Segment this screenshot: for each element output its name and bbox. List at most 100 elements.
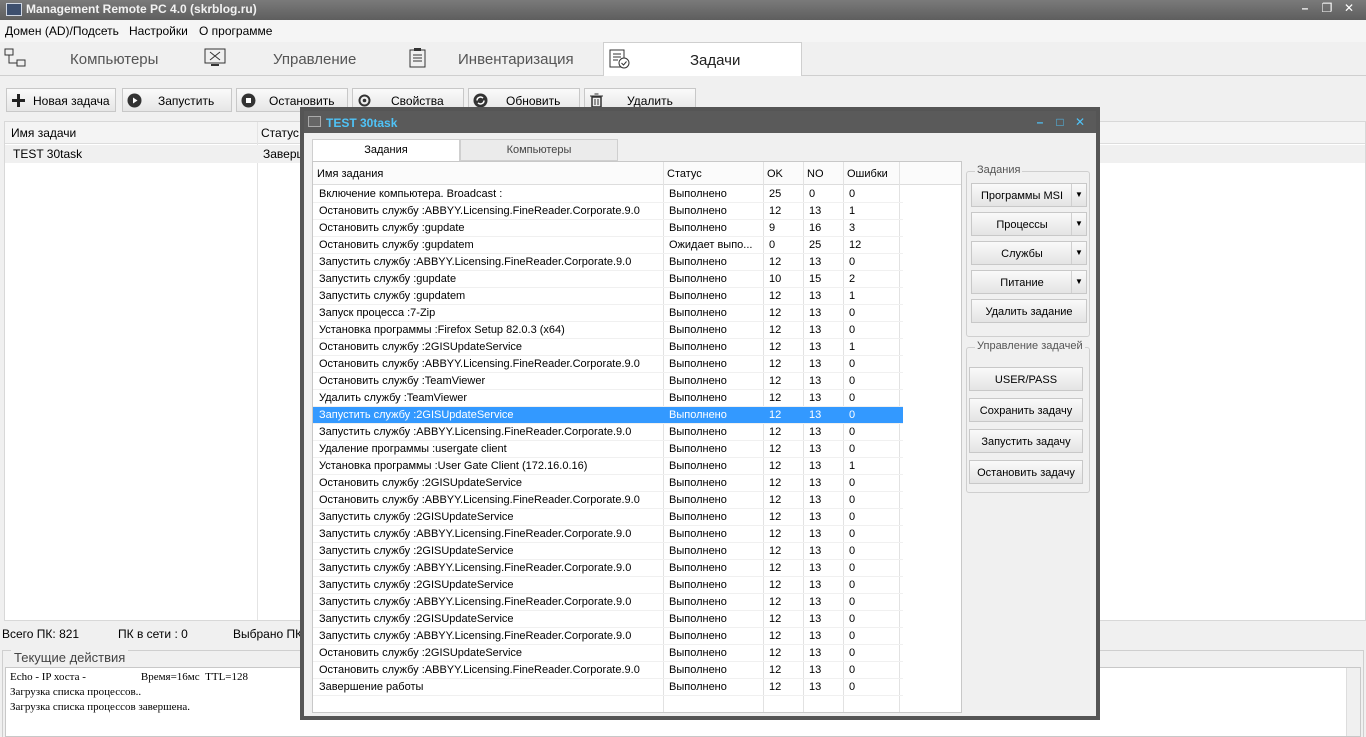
table-row[interactable]: Установка программы :Firefox Setup 82.0.… <box>313 322 903 339</box>
column-status[interactable]: Статус <box>261 126 299 140</box>
column-no[interactable]: NO <box>807 168 824 180</box>
table-row[interactable]: Запустить службу :ABBYY.Licensing.FineRe… <box>313 526 903 543</box>
menu-domain[interactable]: Домен (AD)/Подсеть <box>5 24 119 38</box>
cell-ok: 12 <box>769 630 782 642</box>
chevron-down-icon[interactable]: ▼ <box>1071 271 1086 293</box>
table-row[interactable]: Остановить службу :2GISUpdateService Выпо… <box>313 475 903 492</box>
tab-management[interactable]: Управление <box>200 42 400 75</box>
dialog-titlebar[interactable]: TEST 30task – □ ✕ <box>304 111 1096 133</box>
tab-tasks[interactable]: Задачи <box>603 42 802 76</box>
new-task-button[interactable]: Новая задача <box>6 88 116 112</box>
table-row[interactable]: Запустить службу :ABBYY.Licensing.FineRe… <box>313 254 903 271</box>
maximize-icon[interactable]: ❐ <box>1316 1 1338 15</box>
table-row[interactable]: Запустить службу :2GISUpdateService Выпол… <box>313 407 903 424</box>
table-row[interactable]: Запустить службу :2GISUpdateService Выпол… <box>313 577 903 594</box>
table-row[interactable]: Остановить службу :ABBYY.Licensing.FineR… <box>313 662 903 679</box>
cell-status: Выполнено <box>669 290 727 302</box>
table-row[interactable]: Остановить службу :2GISUpdateService Выпо… <box>313 339 903 356</box>
table-row[interactable]: Запустить службу :ABBYY.Licensing.FineRe… <box>313 594 903 611</box>
cell-no: 16 <box>809 222 822 234</box>
menu-settings[interactable]: Настройки <box>129 24 188 38</box>
cell-errors: 12 <box>849 239 862 251</box>
menu-bar: Домен (AD)/Подсеть Настройки О программе <box>0 20 1366 42</box>
cell-no: 13 <box>809 290 822 302</box>
table-row[interactable]: Запустить службу :gupdatem Выполнено 12 13 1 <box>313 288 903 305</box>
task-dialog: TEST 30task – □ ✕ Задания Компьютеры Имя з… <box>300 107 1100 720</box>
table-row[interactable]: Остановить службу :2GISUpdateService Выпо… <box>313 645 903 662</box>
chevron-down-icon[interactable]: ▼ <box>1071 242 1086 264</box>
column-ok[interactable]: OK <box>767 168 783 180</box>
start-task-button[interactable]: Запустить задачу <box>969 429 1083 453</box>
tab-computers[interactable]: Компьютеры <box>460 139 618 161</box>
window-title: Management Remote PC 4.0 (skrblog.ru) <box>26 2 257 16</box>
table-row[interactable]: Запустить службу :ABBYY.Licensing.FineRe… <box>313 560 903 577</box>
cell-job-name: Остановить службу :gupdatem <box>319 239 474 251</box>
table-row[interactable]: Запустить службу :2GISUpdateService Выпол… <box>313 611 903 628</box>
msi-programs-button[interactable]: Программы MSI ▼ <box>971 183 1087 207</box>
services-button[interactable]: Службы ▼ <box>971 241 1087 265</box>
minimize-icon[interactable]: – <box>1030 115 1050 129</box>
cell-errors: 0 <box>849 647 856 659</box>
cell-no: 13 <box>809 375 822 387</box>
menu-about[interactable]: О программе <box>199 24 272 38</box>
table-row[interactable]: Запустить службу :gupdate Выполнено 10 15 2 <box>313 271 903 288</box>
current-actions-legend: Текущие действия <box>11 650 129 665</box>
tab-computers[interactable]: Компьютеры <box>0 42 195 75</box>
table-row[interactable]: Запустить службу :ABBYY.Licensing.FineRe… <box>313 628 903 645</box>
table-row[interactable]: Удалить службу :TeamViewer Выполнено 12 13 0 <box>313 390 903 407</box>
cell-ok: 12 <box>769 613 782 625</box>
close-icon[interactable]: ✕ <box>1338 1 1360 15</box>
power-button[interactable]: Питание ▼ <box>971 270 1087 294</box>
stop-task-button[interactable]: Остановить задачу <box>969 460 1083 484</box>
column-status[interactable]: Статус <box>667 168 702 180</box>
dialog-window-icon <box>308 116 321 127</box>
cell-job-name: Остановить службу :2GISUpdateService <box>319 341 523 353</box>
cell-job-name: Запустить службу :2GISUpdateService <box>319 511 514 523</box>
table-row[interactable]: Завершение работы Выполнено 12 13 0 <box>313 679 903 696</box>
table-row[interactable]: Включение компьютера. Broadcast : Выполне… <box>313 186 903 203</box>
cell-status: Выполнено <box>669 528 727 540</box>
processes-button[interactable]: Процессы ▼ <box>971 212 1087 236</box>
delete-job-button[interactable]: Удалить задание <box>971 299 1087 323</box>
gear-icon <box>358 94 371 107</box>
online-pc-count: ПК в сети : 0 <box>118 627 188 641</box>
cell-job-name: Остановить службу :ABBYY.Licensing.FineR… <box>319 205 640 217</box>
cell-no: 13 <box>809 341 822 353</box>
table-row[interactable]: Остановить службу :ABBYY.Licensing.FineR… <box>313 492 903 509</box>
table-row[interactable]: Запустить службу :2GISUpdateService Выпол… <box>313 543 903 560</box>
cell-job-name: Завершение работы <box>319 681 424 693</box>
minimize-icon[interactable]: – <box>1294 1 1316 15</box>
table-row[interactable]: Остановить службу :gupdate Выполнено 9 16 3 <box>313 220 903 237</box>
cell-no: 13 <box>809 307 822 319</box>
maximize-icon[interactable]: □ <box>1050 115 1070 129</box>
column-job-name[interactable]: Имя задания <box>317 168 383 180</box>
user-pass-button[interactable]: USER/PASS <box>969 367 1083 391</box>
log-scrollbar[interactable] <box>1346 668 1360 736</box>
tab-jobs[interactable]: Задания <box>312 139 460 161</box>
column-task-name[interactable]: Имя задачи <box>11 126 76 140</box>
cell-job-name: Остановить службу :TeamViewer <box>319 375 486 387</box>
table-row[interactable]: Запуск процесса :7-Zip Выполнено 12 13 0 <box>313 305 903 322</box>
table-row[interactable]: Запустить службу :2GISUpdateService Выпол… <box>313 509 903 526</box>
tab-inventory[interactable]: Инвентаризация <box>403 42 601 75</box>
main-tabs: Компьютеры Управление Инвентаризация Зад… <box>0 42 1366 76</box>
chevron-down-icon[interactable]: ▼ <box>1071 184 1086 206</box>
table-row[interactable]: Установка программы :User Gate Client (1… <box>313 458 903 475</box>
cell-job-name: Остановить службу :2GISUpdateService <box>319 477 523 489</box>
close-icon[interactable]: ✕ <box>1070 115 1090 129</box>
cell-job-name: Запустить службу :2GISUpdateService <box>319 613 514 625</box>
save-task-button[interactable]: Сохранить задачу <box>969 398 1083 422</box>
cell-job-name: Установка программы :Firefox Setup 82.0.… <box>319 324 565 336</box>
cell-job-name: Включение компьютера. Broadcast : <box>319 188 503 200</box>
table-row[interactable]: Остановить службу :gupdatem Ожидает выпо.… <box>313 237 903 254</box>
table-row[interactable]: Остановить службу :ABBYY.Licensing.FineR… <box>313 356 903 373</box>
chevron-down-icon[interactable]: ▼ <box>1071 213 1086 235</box>
table-row[interactable]: Запустить службу :ABBYY.Licensing.FineRe… <box>313 424 903 441</box>
start-button[interactable]: Запустить <box>122 88 232 112</box>
table-row[interactable]: Остановить службу :ABBYY.Licensing.FineR… <box>313 203 903 220</box>
cell-ok: 12 <box>769 596 782 608</box>
table-row[interactable]: Удаление программы :usergate client Выпол… <box>313 441 903 458</box>
cell-no: 13 <box>809 477 822 489</box>
column-errors[interactable]: Ошибки <box>847 168 888 180</box>
table-row[interactable]: Остановить службу :TeamViewer Выполнено 12… <box>313 373 903 390</box>
